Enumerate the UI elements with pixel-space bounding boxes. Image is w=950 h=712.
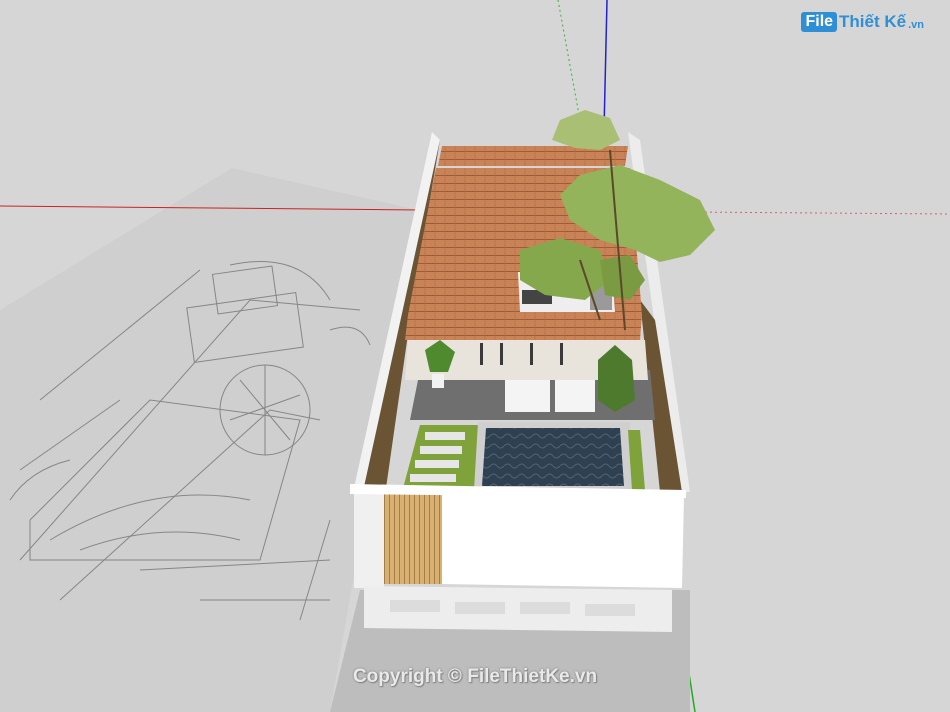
house-model: [350, 110, 715, 632]
front-wall: [354, 488, 384, 588]
logo-tld-text: .vn: [908, 18, 924, 31]
logo-file-text: File: [801, 12, 838, 32]
site-logo[interactable]: File Thiết Kế .vn: [801, 12, 924, 32]
front-wall: [442, 492, 684, 588]
sun-lounger: [505, 380, 550, 412]
wood-slat-gate: [384, 492, 442, 584]
sketchup-viewport: [0, 0, 950, 712]
logo-brand-text: Thiết Kế: [839, 12, 907, 31]
copyright-watermark: Copyright © FileThietKe.vn: [352, 666, 598, 687]
sun-lounger: [555, 380, 595, 412]
